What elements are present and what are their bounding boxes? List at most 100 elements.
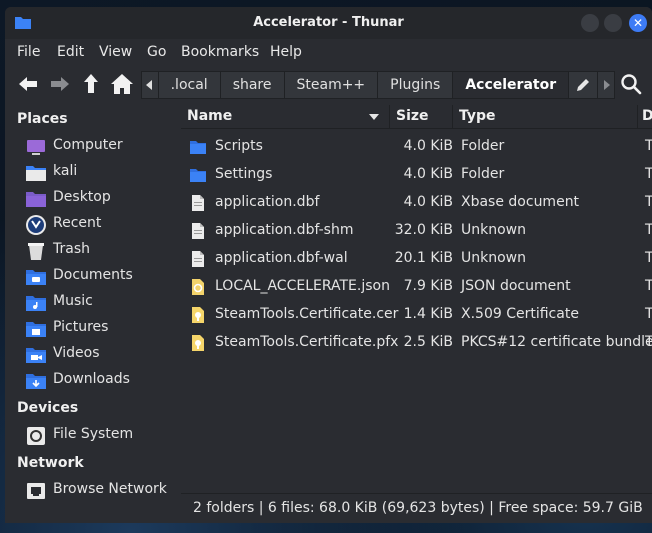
- file-date: T: [645, 194, 652, 210]
- minimize-button[interactable]: [581, 14, 599, 32]
- sidebar-item-label: kali: [53, 163, 78, 179]
- sidebar-item-recent[interactable]: Recent: [25, 213, 175, 237]
- path-scroll-left-button[interactable]: [142, 72, 159, 98]
- file-date: T: [645, 334, 652, 350]
- breadcrumb-steam[interactable]: Steam++: [284, 72, 379, 98]
- maximize-button[interactable]: [604, 14, 622, 32]
- table-row[interactable]: SteamTools.Certificate.cer 1.4 KiB X.509 C…: [181, 301, 652, 329]
- menu-edit[interactable]: Edit: [57, 44, 84, 60]
- videos-folder-icon: [26, 348, 46, 363]
- sidebar-item-label: Recent: [53, 215, 102, 231]
- table-row[interactable]: SteamTools.Certificate.pfx 2.5 KiB PKCS#12…: [181, 329, 652, 357]
- music-folder-icon: [26, 296, 46, 311]
- menu-go[interactable]: Go: [147, 44, 166, 60]
- network-icon: [27, 483, 45, 499]
- table-row[interactable]: Settings 4.0 KiB Folder T: [181, 161, 652, 189]
- sidebar-item-label: Computer: [53, 137, 123, 153]
- table-row[interactable]: Scripts 4.0 KiB Folder T: [181, 133, 652, 161]
- column-label: Type: [459, 108, 496, 124]
- certificate-icon: [192, 335, 204, 351]
- sidebar-item-browse-network[interactable]: Browse Network: [25, 479, 175, 503]
- chevron-right-icon: [603, 80, 610, 90]
- title-bar[interactable]: Accelerator - Thunar ✕: [5, 7, 652, 39]
- breadcrumb-plugins[interactable]: Plugins: [378, 72, 454, 98]
- file-date: T: [645, 250, 652, 266]
- sidebar-item-desktop[interactable]: Desktop: [25, 187, 175, 211]
- breadcrumb-share[interactable]: share: [220, 72, 285, 98]
- file-date: T: [645, 138, 652, 154]
- places-heading: Places: [17, 111, 68, 127]
- status-bar: 2 folders | 6 files: 68.0 KiB (69,623 by…: [181, 493, 652, 523]
- breadcrumb-local[interactable]: .local: [158, 72, 221, 98]
- file-type: Folder: [461, 166, 505, 182]
- drive-icon: [27, 427, 45, 445]
- menu-bookmarks[interactable]: Bookmarks: [181, 44, 259, 60]
- back-arrow-icon[interactable]: [15, 71, 41, 97]
- sidebar-item-music[interactable]: Music: [25, 291, 175, 315]
- file-type: Unknown: [461, 250, 526, 266]
- menu-view[interactable]: View: [99, 44, 132, 60]
- file-type: X.509 Certificate: [461, 306, 579, 322]
- sidebar-item-label: Music: [53, 293, 93, 309]
- file-name: SteamTools.Certificate.pfx: [215, 334, 399, 350]
- home-folder-icon: [26, 166, 46, 181]
- table-row[interactable]: application.dbf 4.0 KiB Xbase document T: [181, 189, 652, 217]
- devices-heading: Devices: [17, 400, 79, 416]
- search-icon[interactable]: [619, 72, 643, 96]
- file-name: Scripts: [215, 138, 263, 154]
- file-size: 4.0 KiB: [403, 166, 453, 182]
- window-title: Accelerator - Thunar: [253, 15, 404, 30]
- chevron-left-icon: [145, 80, 152, 90]
- breadcrumb-accelerator[interactable]: Accelerator: [453, 72, 570, 98]
- recent-icon: [26, 215, 46, 235]
- file-type: PKCS#12 certificate bundle: [461, 334, 652, 350]
- edit-path-button[interactable]: [569, 72, 598, 98]
- close-button[interactable]: ✕: [629, 14, 647, 32]
- desktop-folder-icon: [26, 192, 46, 207]
- sidebar-item-videos[interactable]: Videos: [25, 343, 175, 367]
- up-arrow-icon[interactable]: [78, 71, 104, 97]
- column-header-type[interactable]: Type: [453, 105, 638, 129]
- column-label: D: [642, 108, 652, 124]
- sidebar-item-documents[interactable]: Documents: [25, 265, 175, 289]
- file-type: Unknown: [461, 222, 526, 238]
- sidebar: Places Computer kali Desktop Recent Tras…: [5, 105, 175, 499]
- table-row[interactable]: LOCAL_ACCELERATE.json 7.9 KiB JSON documen…: [181, 273, 652, 301]
- pictures-folder-icon: [26, 322, 46, 337]
- forward-arrow-icon[interactable]: [47, 71, 73, 97]
- status-text: 2 folders | 6 files: 68.0 KiB (69,623 by…: [193, 500, 643, 516]
- file-icon: [192, 223, 204, 239]
- home-icon[interactable]: [109, 71, 135, 97]
- file-name: application.dbf-shm: [215, 222, 354, 238]
- sidebar-item-file-system[interactable]: File System: [25, 424, 175, 448]
- sidebar-item-label: Trash: [53, 241, 90, 257]
- json-file-icon: [192, 279, 204, 295]
- column-header-size[interactable]: Size: [390, 105, 453, 129]
- computer-icon: [27, 140, 45, 155]
- sidebar-item-computer[interactable]: Computer: [25, 135, 175, 159]
- file-date: T: [645, 222, 652, 238]
- path-scroll-right-button[interactable]: [597, 72, 614, 98]
- trash-icon: [28, 243, 44, 260]
- sidebar-item-trash[interactable]: Trash: [25, 239, 175, 263]
- table-row[interactable]: application.dbf-shm 32.0 KiB Unknown T: [181, 217, 652, 245]
- file-name: Settings: [215, 166, 273, 182]
- sidebar-item-kali[interactable]: kali: [25, 161, 175, 185]
- sidebar-item-label: File System: [53, 426, 134, 442]
- menu-bar: File Edit View Go Bookmarks Help: [5, 41, 652, 65]
- folder-icon: [190, 169, 206, 182]
- file-type: Xbase document: [461, 194, 580, 210]
- documents-folder-icon: [26, 270, 46, 285]
- menu-file[interactable]: File: [17, 44, 40, 60]
- table-row[interactable]: application.dbf-wal 20.1 KiB Unknown T: [181, 245, 652, 273]
- menu-help[interactable]: Help: [270, 44, 302, 60]
- sidebar-item-downloads[interactable]: Downloads: [25, 369, 175, 393]
- folder-icon: [190, 141, 206, 154]
- sidebar-item-pictures[interactable]: Pictures: [25, 317, 175, 341]
- sidebar-item-label: Downloads: [53, 371, 130, 387]
- file-type: Folder: [461, 138, 505, 154]
- file-size: 4.0 KiB: [403, 138, 453, 154]
- file-date: T: [645, 166, 652, 182]
- column-header-date[interactable]: D: [638, 105, 652, 129]
- column-header-name[interactable]: Name: [181, 105, 390, 129]
